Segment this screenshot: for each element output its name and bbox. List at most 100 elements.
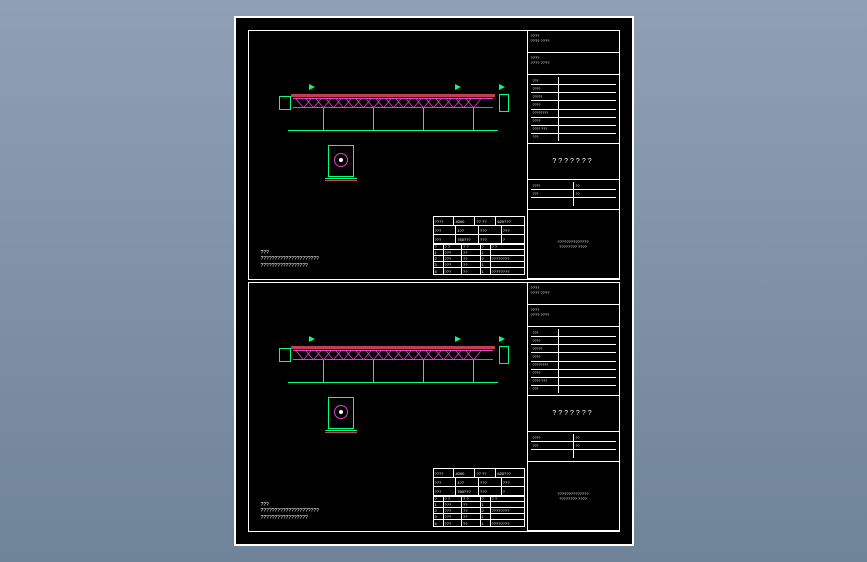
field-value (559, 101, 616, 108)
field-value (559, 378, 616, 385)
drawing-area[interactable]: ????4000?? ??620??? ???1???????? ???760?… (253, 287, 528, 527)
support-leg (473, 360, 474, 382)
tb-subheader: ???? ???? ???? (528, 53, 619, 75)
section-flag (455, 336, 463, 346)
tail-end (499, 346, 509, 364)
support-leg (373, 360, 374, 382)
field-label: ??? (531, 134, 559, 141)
field-label: ???????? (531, 362, 559, 369)
field-value (559, 134, 616, 141)
cell: 1?? (456, 226, 479, 235)
field-value (559, 386, 616, 393)
support-leg (423, 360, 424, 382)
field-value (559, 370, 616, 377)
field-label: ??? (531, 77, 559, 84)
field-label: ???? (531, 85, 559, 92)
tb-header-line: ???? ???? (531, 290, 616, 295)
tb-header: ???? ???? ???? (528, 31, 619, 53)
notes-line: ????????????????? (261, 263, 319, 270)
field-value (559, 110, 616, 117)
cell: ?? ?? (475, 469, 496, 478)
tb-sub-line: ???? ???? (531, 60, 616, 65)
tb-sub-line: ???? ???? (531, 312, 616, 317)
cell: ?? (462, 520, 481, 526)
field-label: ???? ??? (531, 126, 559, 133)
drawing-area[interactable]: ????4000?? ??620??? ???1???????? ???760?… (253, 35, 528, 275)
meta-cell: ??? (531, 442, 574, 449)
meta-cell (531, 450, 574, 458)
field-value (559, 337, 616, 344)
roller-axis (339, 410, 343, 414)
field-value (559, 353, 616, 360)
field-label: ???? (531, 101, 559, 108)
meta-cell: ?? (574, 190, 616, 197)
cell: 1 (481, 268, 491, 274)
cell: ??? (444, 520, 463, 526)
cell: ??? (479, 478, 502, 487)
field-value (559, 345, 616, 352)
field-value (559, 85, 616, 92)
bom-table: ?? ?? ??? ? 1?????1 2?????2???????? 3???… (433, 495, 525, 527)
cell: ???? (434, 217, 455, 226)
meta-cell (574, 450, 616, 458)
cell: 620??? (496, 469, 523, 478)
parameter-table: ????4000?? ??620??? ???1???????? ???760?… (433, 216, 525, 245)
cell: 4 (434, 520, 444, 526)
truss-lattice (469, 98, 478, 108)
meta-cell: ?? (574, 434, 616, 441)
truss-lattice (469, 350, 478, 360)
meta-cell: ?? (574, 442, 616, 449)
tb-meta: ?????? ????? (528, 180, 619, 210)
drawing-sheet-2[interactable]: ????4000?? ??620??? ???1???????? ???760?… (248, 282, 620, 532)
cell: ??? (502, 226, 524, 235)
cell: ??? (502, 478, 524, 487)
section-detail (328, 145, 354, 177)
cell: ??? (479, 226, 502, 235)
footer-line: ???????? ???? (557, 244, 588, 249)
field-label: ???? (531, 370, 559, 377)
support-leg (323, 360, 324, 382)
cell: 1 (481, 520, 491, 526)
conveyor-elevation (283, 342, 503, 382)
tb-footer: ?????????????? ???????? ???? (528, 462, 619, 531)
section-flag (309, 84, 317, 94)
field-label: ???? (531, 353, 559, 360)
notes-line: ????????????????????? (261, 508, 319, 515)
support-leg (373, 108, 374, 130)
section-flag (309, 336, 317, 346)
field-label: ???? ??? (531, 378, 559, 385)
meta-cell: ?? (574, 182, 616, 189)
field-value (559, 126, 616, 133)
cell: ???????? (491, 520, 524, 526)
cell: 1?? (456, 478, 479, 487)
section-detail (328, 397, 354, 429)
drawing-title: ??????? (528, 144, 619, 180)
bom-table: ?? ?? ??? ? 1?????1 2?????2???????? 3???… (433, 243, 525, 275)
drawing-notes: ??? ????????????????????? ??????????????… (261, 502, 319, 522)
notes-line: ????????????????????? (261, 256, 319, 263)
cell: ??? (444, 268, 463, 274)
roller-axis (339, 158, 343, 162)
ground-line (288, 130, 498, 131)
drive-end (279, 348, 291, 362)
cell: ?? (462, 268, 481, 274)
cell: ??? (434, 478, 457, 487)
belt-deck (291, 94, 495, 97)
parameter-table: ????4000?? ??620??? ???1???????? ???760?… (433, 468, 525, 497)
drawing-notes: ??? ????????????????????? ??????????????… (261, 250, 319, 270)
tb-fields: ??? ???? ????? ???? ???????? ???? ???? ?… (528, 75, 619, 144)
tb-header-line: ???? ???? (531, 38, 616, 43)
field-label: ???? (531, 337, 559, 344)
support-leg (323, 108, 324, 130)
drawing-sheet-1[interactable]: ????4000?? ??620??? ???1???????? ???760?… (248, 30, 620, 280)
cell: ???????? (491, 268, 524, 274)
cad-viewport: ????4000?? ??620??? ???1???????? ???760?… (234, 16, 634, 546)
meta-cell: ???? (531, 182, 574, 189)
footer-line: ???????? ???? (557, 496, 588, 501)
field-label: ???????? (531, 110, 559, 117)
field-label: ????? (531, 93, 559, 100)
title-block: ???? ???? ???? ???? ???? ???? ??? ???? ?… (527, 283, 619, 531)
belt-deck (291, 346, 495, 349)
cell: ???? (434, 469, 455, 478)
support-leg (473, 108, 474, 130)
